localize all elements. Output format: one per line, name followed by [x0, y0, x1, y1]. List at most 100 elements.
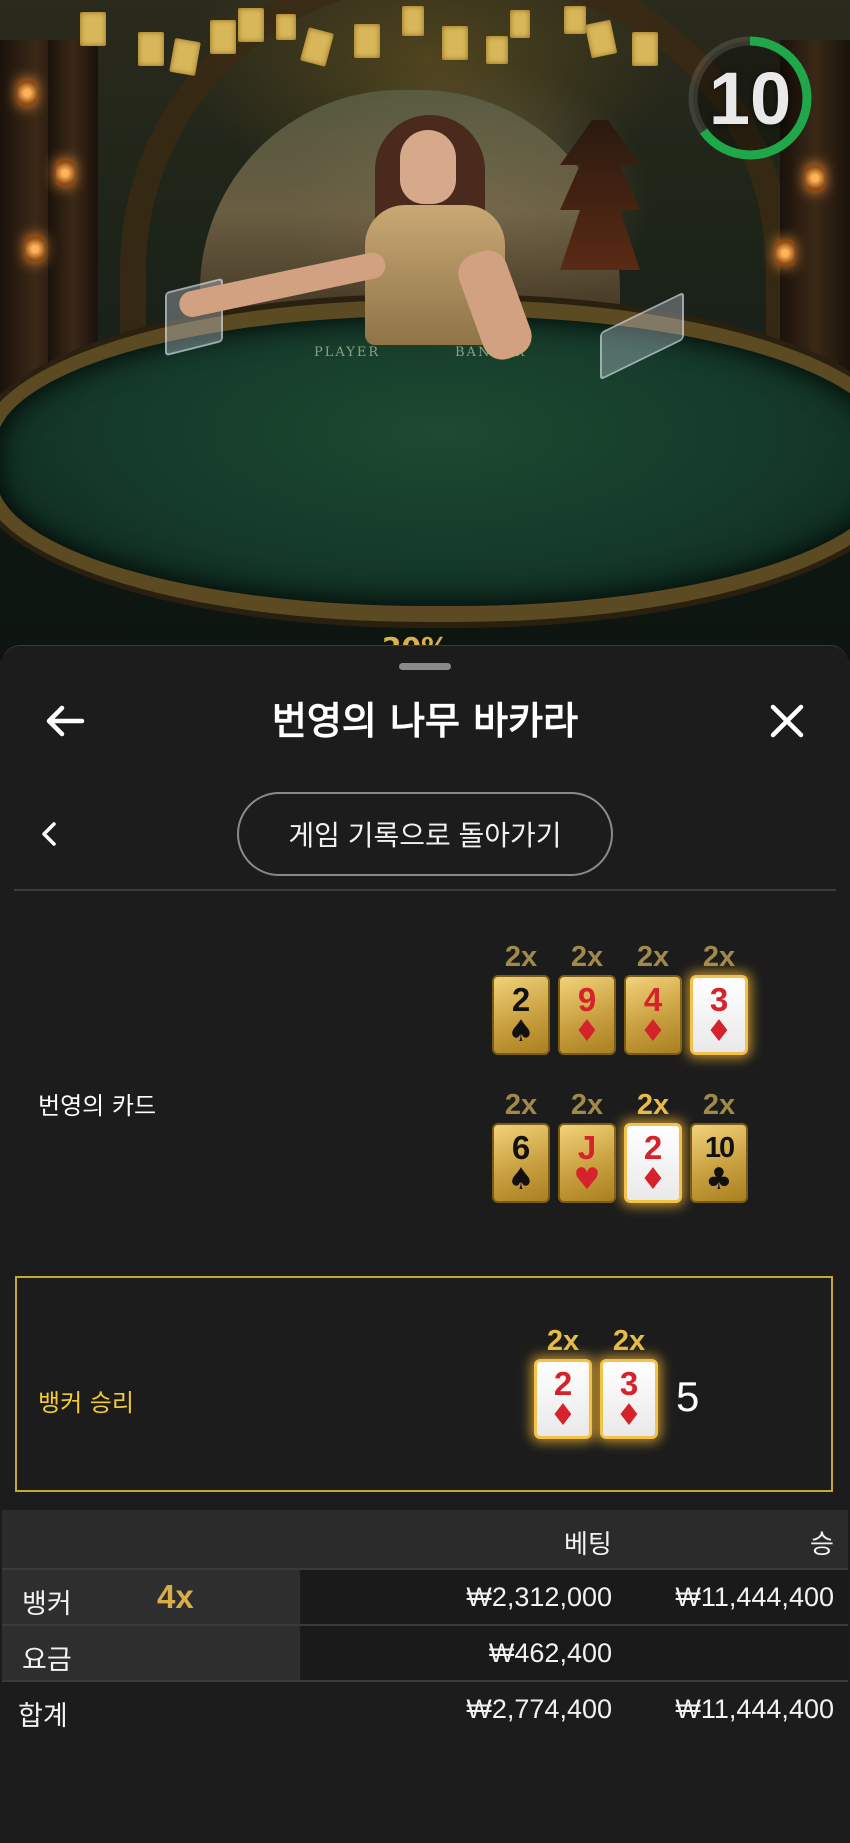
card-multiplier: 2x	[504, 941, 538, 973]
live-video-stream: PLAYER BANKER 10 20%	[0, 0, 850, 660]
card-multiplier: 2x	[546, 1325, 580, 1357]
card-rank: J	[577, 1129, 597, 1166]
diamond-icon: ♦	[639, 1162, 667, 1197]
banker-card: 2x 2 ♦	[534, 1323, 592, 1439]
close-icon[interactable]	[764, 698, 810, 744]
card-rank: 9	[577, 981, 597, 1018]
card-rank: 3	[709, 981, 729, 1018]
chevron-left-icon[interactable]	[32, 816, 68, 852]
winning-hand-row	[15, 1276, 833, 1492]
gold-leaf	[354, 24, 380, 58]
diamond-icon: ♦	[549, 1398, 577, 1433]
gold-leaf	[210, 20, 236, 54]
card-multiplier: 2x	[504, 1089, 538, 1121]
bet-multiplier: 4x	[157, 1578, 194, 1615]
playing-card: 2 ♠	[492, 975, 550, 1055]
bet-amount: ₩2,312,000	[466, 1582, 612, 1612]
gold-leaf	[402, 6, 424, 36]
lantern	[18, 80, 36, 106]
prosperity-card: 2x 6 ♠	[492, 1087, 550, 1203]
banker-hand: 2x 2 ♦ 2x 3 ♦	[534, 1323, 658, 1439]
lantern	[806, 165, 824, 191]
total-win: ₩11,444,400	[675, 1694, 834, 1724]
card-multiplier: 2x	[702, 941, 736, 973]
table-row-fee: 요금 ₩462,400	[2, 1626, 848, 1680]
playing-card: 4 ♦	[624, 975, 682, 1055]
bet-name: 요금	[22, 1645, 72, 1676]
gold-leaf	[238, 8, 264, 42]
gold-leaf	[632, 32, 658, 66]
card-rank: 4	[643, 981, 663, 1018]
club-icon: ♣	[705, 1162, 733, 1197]
playing-card: 10 ♣	[690, 1123, 748, 1203]
prosperity-cards-label: 번영의 카드	[38, 1092, 157, 1120]
countdown-timer: 10	[708, 56, 792, 140]
header-bet: 베팅	[564, 1530, 612, 1560]
lantern	[26, 236, 44, 262]
diamond-icon: ♦	[639, 1014, 667, 1049]
card-rank: 2	[553, 1365, 573, 1402]
gold-leaf	[80, 12, 106, 46]
win-amount: ₩11,444,400	[675, 1582, 834, 1612]
diamond-icon: ♦	[573, 1014, 601, 1049]
prosperity-card: 2x 9 ♦	[558, 939, 616, 1055]
total-label: 합계	[18, 1701, 68, 1732]
baccarat-table	[0, 300, 850, 622]
spade-icon: ♠	[507, 1162, 535, 1197]
prosperity-card: 2x 4 ♦	[624, 939, 682, 1055]
gold-leaf	[442, 26, 468, 60]
card-rank: 2	[643, 1129, 663, 1166]
diamond-icon: ♦	[705, 1014, 733, 1049]
gold-leaf	[510, 10, 530, 38]
bet-name: 뱅커	[22, 1589, 72, 1620]
dealer-face	[400, 130, 456, 204]
card-rank: 3	[619, 1365, 639, 1402]
table-label-player: PLAYER	[314, 345, 381, 360]
diamond-icon: ♦	[615, 1398, 643, 1433]
bet-table-header: 베팅 승	[2, 1510, 848, 1568]
table-row-banker: 뱅커 4x ₩2,312,000 ₩11,444,400	[2, 1570, 848, 1624]
banker-card: 2x 3 ♦	[600, 1323, 658, 1439]
result-label: 뱅커 승리	[38, 1389, 134, 1417]
sheet-title: 번영의 나무 바카라	[271, 699, 579, 743]
card-rank: 2	[511, 981, 531, 1018]
card-multiplier: 2x	[570, 1089, 604, 1121]
card-multiplier: 2x	[636, 941, 670, 973]
bet-amount: ₩462,400	[488, 1638, 612, 1668]
heart-icon: ♥	[573, 1162, 601, 1197]
lantern	[56, 160, 74, 186]
prosperity-cards-bottom-row: 2x 6 ♠ 2x J ♥ 2x 2 ♦ 2x 10 ♣	[492, 1087, 748, 1203]
playing-card: 9 ♦	[558, 975, 616, 1055]
playing-card: 2 ♦	[534, 1359, 592, 1439]
hand-score: 5	[676, 1373, 700, 1420]
prosperity-card: 2x 10 ♣	[690, 1087, 748, 1203]
prosperity-card: 2x J ♥	[558, 1087, 616, 1203]
card-multiplier: 2x	[702, 1089, 736, 1121]
header-win: 승	[810, 1530, 834, 1560]
card-multiplier: 2x	[612, 1325, 646, 1357]
playing-card: 2 ♦	[624, 1123, 682, 1203]
prosperity-cards-top-row: 2x 2 ♠ 2x 9 ♦ 2x 4 ♦ 2x 3 ♦	[492, 939, 748, 1055]
playing-card: 3 ♦	[690, 975, 748, 1055]
lantern	[776, 240, 794, 266]
card-multiplier: 2x	[570, 941, 604, 973]
prosperity-card-highlighted: 2x 2 ♦	[624, 1087, 682, 1203]
gold-leaf	[138, 32, 164, 66]
card-rank: 6	[511, 1129, 531, 1166]
card-rank: 10	[704, 1132, 735, 1164]
gold-leaf	[486, 36, 508, 64]
playing-card: J ♥	[558, 1123, 616, 1203]
gold-leaf	[276, 14, 296, 40]
table-row-total: 합계 ₩2,774,400 ₩11,444,400	[2, 1682, 848, 1736]
prosperity-card: 2x 2 ♠	[492, 939, 550, 1055]
total-bet: ₩2,774,400	[466, 1694, 612, 1724]
drag-handle[interactable]	[399, 663, 451, 670]
card-multiplier: 2x	[636, 1089, 670, 1121]
playing-card: 3 ♦	[600, 1359, 658, 1439]
gold-leaf	[564, 6, 586, 34]
back-to-history-button[interactable]: 게임 기록으로 돌아가기	[237, 792, 613, 876]
playing-card: 6 ♠	[492, 1123, 550, 1203]
spade-icon: ♠	[507, 1014, 535, 1049]
prosperity-card-highlighted: 2x 3 ♦	[690, 939, 748, 1055]
divider	[14, 889, 836, 891]
